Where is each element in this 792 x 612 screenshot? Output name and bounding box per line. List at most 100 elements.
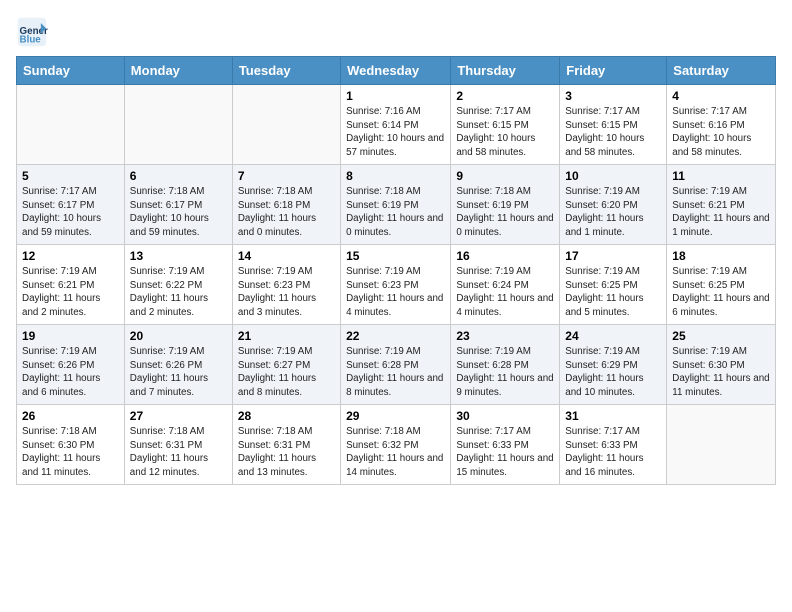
day-number: 7 <box>238 169 335 183</box>
day-header-saturday: Saturday <box>667 57 776 85</box>
day-number: 27 <box>130 409 227 423</box>
day-cell: 9 Sunrise: 7:18 AM Sunset: 6:19 PM Daylig… <box>451 165 560 245</box>
day-info: Sunrise: 7:18 AM Sunset: 6:19 PM Dayligh… <box>456 185 554 240</box>
day-cell: 18 Sunrise: 7:19 AM Sunset: 6:25 PM Dayli… <box>667 245 776 325</box>
day-info: Sunrise: 7:17 AM Sunset: 6:33 PM Dayligh… <box>456 425 554 480</box>
day-number: 6 <box>130 169 227 183</box>
day-cell: 22Sunrise: 7:19 AM Sunset: 6:28 PM Dayli… <box>341 325 451 405</box>
day-info: Sunrise: 7:19 AM Sunset: 6:25 PM Dayligh… <box>672 265 770 320</box>
day-cell: 31 Sunrise: 7:17 AM Sunset: 6:33 PM Dayli… <box>560 405 667 485</box>
day-number: 15 <box>346 249 445 263</box>
day-cell: 20 Sunrise: 7:19 AM Sunset: 6:26 PM Dayli… <box>124 325 232 405</box>
day-number: 31 <box>565 409 661 423</box>
day-info: Sunrise: 7:18 AM Sunset: 6:17 PM Dayligh… <box>130 185 227 240</box>
day-info: Sunrise: 7:18 AM Sunset: 6:31 PM Dayligh… <box>238 425 335 480</box>
day-info: Sunrise: 7:18 AM Sunset: 6:19 PM Dayligh… <box>346 185 445 240</box>
day-cell: 28 Sunrise: 7:18 AM Sunset: 6:31 PM Dayli… <box>232 405 340 485</box>
day-header-monday: Monday <box>124 57 232 85</box>
day-cell: 6 Sunrise: 7:18 AM Sunset: 6:17 PM Daylig… <box>124 165 232 245</box>
day-number: 1 <box>346 89 445 103</box>
day-info: Sunrise: 7:17 AM Sunset: 6:16 PM Dayligh… <box>672 105 770 160</box>
day-cell: 3Sunrise: 7:17 AM Sunset: 6:15 PM Daylig… <box>560 85 667 165</box>
day-number: 11 <box>672 169 770 183</box>
day-info: Sunrise: 7:18 AM Sunset: 6:30 PM Dayligh… <box>22 425 119 480</box>
day-cell: 8 Sunrise: 7:18 AM Sunset: 6:19 PM Daylig… <box>341 165 451 245</box>
day-number: 28 <box>238 409 335 423</box>
day-number: 13 <box>130 249 227 263</box>
day-number: 22 <box>346 329 445 343</box>
day-cell: 30 Sunrise: 7:17 AM Sunset: 6:33 PM Dayli… <box>451 405 560 485</box>
day-cell: 27Sunrise: 7:18 AM Sunset: 6:31 PM Dayli… <box>124 405 232 485</box>
day-info: Sunrise: 7:19 AM Sunset: 6:21 PM Dayligh… <box>22 265 119 320</box>
day-number: 19 <box>22 329 119 343</box>
day-header-tuesday: Tuesday <box>232 57 340 85</box>
day-number: 26 <box>22 409 119 423</box>
day-number: 17 <box>565 249 661 263</box>
day-number: 23 <box>456 329 554 343</box>
day-info: Sunrise: 7:19 AM Sunset: 6:22 PM Dayligh… <box>130 265 227 320</box>
day-number: 9 <box>456 169 554 183</box>
day-info: Sunrise: 7:17 AM Sunset: 6:17 PM Dayligh… <box>22 185 119 240</box>
day-cell: 11 Sunrise: 7:19 AM Sunset: 6:21 PM Dayli… <box>667 165 776 245</box>
day-info: Sunrise: 7:19 AM Sunset: 6:29 PM Dayligh… <box>565 345 661 400</box>
day-info: Sunrise: 7:19 AM Sunset: 6:27 PM Dayligh… <box>238 345 335 400</box>
day-number: 30 <box>456 409 554 423</box>
day-info: Sunrise: 7:17 AM Sunset: 6:33 PM Dayligh… <box>565 425 661 480</box>
day-info: Sunrise: 7:19 AM Sunset: 6:23 PM Dayligh… <box>346 265 445 320</box>
day-cell <box>232 85 340 165</box>
week-row-3: 12Sunrise: 7:19 AM Sunset: 6:21 PM Dayli… <box>17 245 776 325</box>
week-row-2: 5 Sunrise: 7:17 AM Sunset: 6:17 PM Daylig… <box>17 165 776 245</box>
day-info: Sunrise: 7:18 AM Sunset: 6:18 PM Dayligh… <box>238 185 335 240</box>
day-number: 29 <box>346 409 445 423</box>
day-number: 4 <box>672 89 770 103</box>
day-cell: 25Sunrise: 7:19 AM Sunset: 6:30 PM Dayli… <box>667 325 776 405</box>
week-row-4: 19 Sunrise: 7:19 AM Sunset: 6:26 PM Dayli… <box>17 325 776 405</box>
days-header-row: SundayMondayTuesdayWednesdayThursdayFrid… <box>17 57 776 85</box>
day-cell: 16 Sunrise: 7:19 AM Sunset: 6:24 PM Dayli… <box>451 245 560 325</box>
day-cell: 7 Sunrise: 7:18 AM Sunset: 6:18 PM Daylig… <box>232 165 340 245</box>
day-cell: 4 Sunrise: 7:17 AM Sunset: 6:16 PM Daylig… <box>667 85 776 165</box>
day-header-friday: Friday <box>560 57 667 85</box>
day-info: Sunrise: 7:19 AM Sunset: 6:25 PM Dayligh… <box>565 265 661 320</box>
day-cell: 19 Sunrise: 7:19 AM Sunset: 6:26 PM Dayli… <box>17 325 125 405</box>
day-number: 16 <box>456 249 554 263</box>
day-info: Sunrise: 7:19 AM Sunset: 6:26 PM Dayligh… <box>130 345 227 400</box>
day-number: 5 <box>22 169 119 183</box>
day-info: Sunrise: 7:17 AM Sunset: 6:15 PM Dayligh… <box>565 105 661 160</box>
day-info: Sunrise: 7:19 AM Sunset: 6:20 PM Dayligh… <box>565 185 661 240</box>
day-info: Sunrise: 7:16 AM Sunset: 6:14 PM Dayligh… <box>346 105 445 160</box>
day-info: Sunrise: 7:19 AM Sunset: 6:21 PM Dayligh… <box>672 185 770 240</box>
day-cell: 24 Sunrise: 7:19 AM Sunset: 6:29 PM Dayli… <box>560 325 667 405</box>
day-number: 14 <box>238 249 335 263</box>
day-cell: 5 Sunrise: 7:17 AM Sunset: 6:17 PM Daylig… <box>17 165 125 245</box>
logo-icon: General Blue <box>16 16 48 48</box>
day-cell: 15 Sunrise: 7:19 AM Sunset: 6:23 PM Dayli… <box>341 245 451 325</box>
day-info: Sunrise: 7:19 AM Sunset: 6:26 PM Dayligh… <box>22 345 119 400</box>
week-row-5: 26 Sunrise: 7:18 AM Sunset: 6:30 PM Dayli… <box>17 405 776 485</box>
day-cell: 23Sunrise: 7:19 AM Sunset: 6:28 PM Dayli… <box>451 325 560 405</box>
day-number: 24 <box>565 329 661 343</box>
day-info: Sunrise: 7:17 AM Sunset: 6:15 PM Dayligh… <box>456 105 554 160</box>
week-row-1: 1 Sunrise: 7:16 AM Sunset: 6:14 PM Daylig… <box>17 85 776 165</box>
day-number: 21 <box>238 329 335 343</box>
day-cell <box>667 405 776 485</box>
day-cell <box>17 85 125 165</box>
day-number: 18 <box>672 249 770 263</box>
day-number: 20 <box>130 329 227 343</box>
day-cell: 14 Sunrise: 7:19 AM Sunset: 6:23 PM Dayli… <box>232 245 340 325</box>
day-cell: 29Sunrise: 7:18 AM Sunset: 6:32 PM Dayli… <box>341 405 451 485</box>
day-cell: 13 Sunrise: 7:19 AM Sunset: 6:22 PM Dayli… <box>124 245 232 325</box>
day-cell: 10 Sunrise: 7:19 AM Sunset: 6:20 PM Dayli… <box>560 165 667 245</box>
day-cell: 26 Sunrise: 7:18 AM Sunset: 6:30 PM Dayli… <box>17 405 125 485</box>
day-info: Sunrise: 7:19 AM Sunset: 6:30 PM Dayligh… <box>672 345 770 400</box>
day-info: Sunrise: 7:19 AM Sunset: 6:24 PM Dayligh… <box>456 265 554 320</box>
day-info: Sunrise: 7:19 AM Sunset: 6:23 PM Dayligh… <box>238 265 335 320</box>
day-cell: 17 Sunrise: 7:19 AM Sunset: 6:25 PM Dayli… <box>560 245 667 325</box>
day-header-wednesday: Wednesday <box>341 57 451 85</box>
day-header-sunday: Sunday <box>17 57 125 85</box>
day-number: 10 <box>565 169 661 183</box>
day-cell: 2Sunrise: 7:17 AM Sunset: 6:15 PM Daylig… <box>451 85 560 165</box>
day-cell: 21 Sunrise: 7:19 AM Sunset: 6:27 PM Dayli… <box>232 325 340 405</box>
logo: General Blue <box>16 16 52 48</box>
day-number: 8 <box>346 169 445 183</box>
